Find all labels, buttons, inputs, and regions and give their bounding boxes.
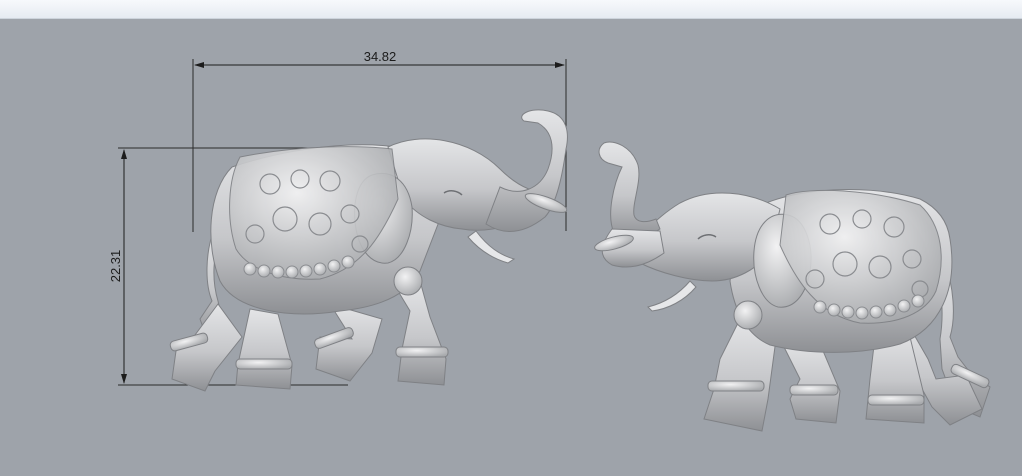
width-dimension-label: 34.82 xyxy=(364,49,397,64)
window-title-bar xyxy=(0,0,1022,19)
viewport-perspective[interactable]: 34.82 22.31 xyxy=(0,19,1022,476)
elephant-right-model[interactable] xyxy=(593,141,991,432)
elephant-left-model[interactable] xyxy=(169,109,568,392)
height-dimension-label: 22.31 xyxy=(108,250,123,283)
viewport-canvas: 34.82 22.31 xyxy=(108,49,991,432)
